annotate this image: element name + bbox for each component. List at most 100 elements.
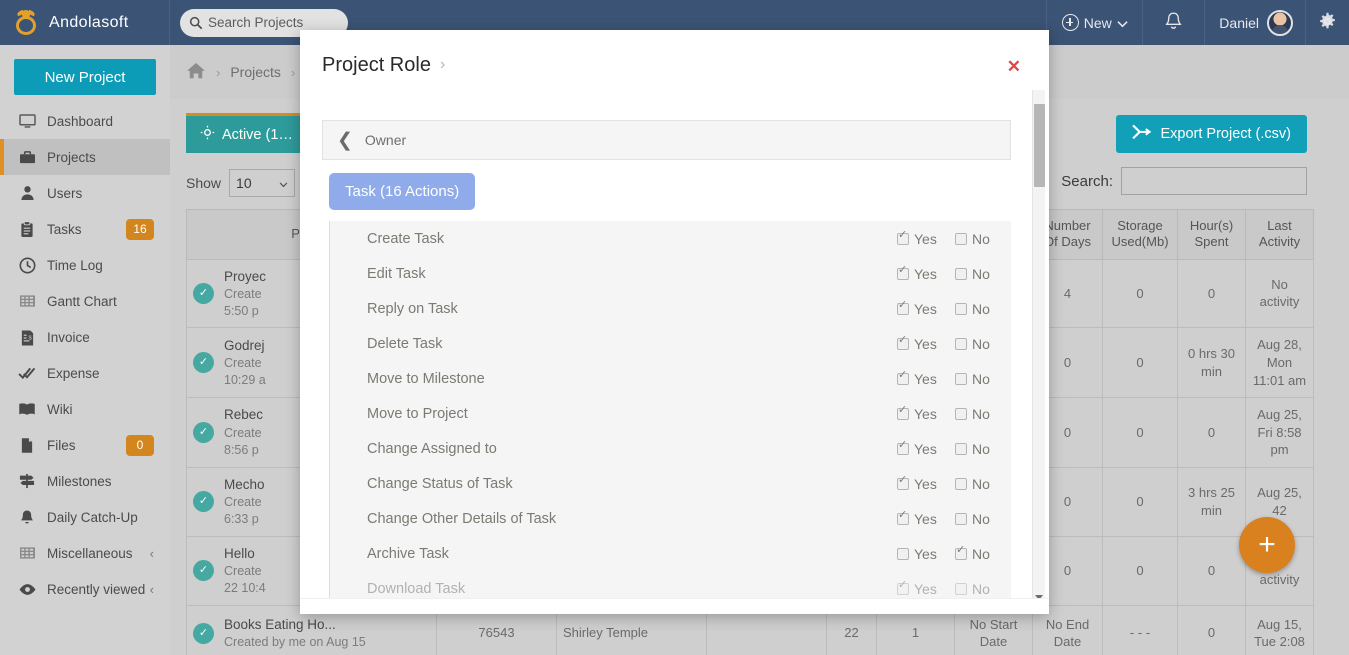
modal-body: ❮ Owner Task (16 Actions) Create Task Ye… <box>300 100 1033 614</box>
yes-label: Yes <box>914 580 937 597</box>
checkbox-no-icon[interactable] <box>955 477 967 490</box>
permission-no-option[interactable]: No <box>955 511 1011 527</box>
sidebar-item-expense[interactable]: Expense <box>0 355 170 391</box>
sidebar-item-milestones[interactable]: Milestones <box>0 463 170 499</box>
checkbox-yes-icon[interactable] <box>897 230 909 245</box>
sidebar-item-invoice[interactable]: $ Invoice <box>0 319 170 355</box>
sidebar-item-gantt-chart[interactable]: Gantt Chart <box>0 283 170 319</box>
checkbox-no-icon[interactable] <box>955 302 967 315</box>
book-icon <box>16 402 38 416</box>
breadcrumb-item-projects[interactable]: Projects <box>230 64 281 80</box>
status-check-icon[interactable]: ✓ <box>193 491 214 513</box>
checkbox-yes-icon[interactable] <box>897 265 909 280</box>
page-size-select[interactable]: 10 <box>229 169 296 197</box>
permission-yes-option[interactable]: Yes <box>897 475 955 492</box>
col-last-activity[interactable]: Last Activity <box>1245 209 1314 260</box>
permission-yes-option[interactable]: Yes <box>897 230 955 247</box>
permission-yes-option[interactable]: Yes <box>897 546 955 562</box>
no-label: No <box>972 405 990 422</box>
status-check-icon[interactable]: ✓ <box>193 421 214 443</box>
project-meta-created: Create <box>224 563 262 578</box>
permission-yes-option[interactable]: Yes <box>897 510 955 527</box>
status-check-icon[interactable]: ✓ <box>193 622 214 644</box>
search-input[interactable] <box>1121 167 1307 195</box>
brand-logo-area[interactable]: Andolasoft <box>0 0 170 45</box>
permission-yes-option[interactable]: Yes <box>897 300 955 317</box>
checkbox-no-icon[interactable] <box>955 512 967 525</box>
checkbox-no-icon[interactable] <box>955 545 967 560</box>
close-icon[interactable]: ✕ <box>1007 58 1021 75</box>
sidebar-item-projects[interactable]: Projects <box>0 139 170 175</box>
col-hours-spent[interactable]: Hour(s) Spent <box>1177 209 1246 260</box>
checkbox-yes-icon[interactable] <box>897 510 909 525</box>
permission-yes-option[interactable]: Yes <box>897 405 955 422</box>
permission-no-option[interactable]: No <box>955 441 1011 457</box>
status-check-icon[interactable]: ✓ <box>193 560 214 582</box>
status-check-icon[interactable]: ✓ <box>193 282 214 304</box>
permission-no-option[interactable]: No <box>955 581 1011 597</box>
permission-yes-option[interactable]: Yes <box>897 440 955 457</box>
permission-no-option[interactable]: No <box>955 545 1011 562</box>
modal-scrollbar[interactable] <box>1032 90 1045 617</box>
scrollbar-thumb[interactable] <box>1034 104 1045 187</box>
sidebar-item-files[interactable]: Files 0 <box>0 427 170 463</box>
checkbox-no-icon[interactable] <box>955 582 967 595</box>
checkbox-yes-icon[interactable] <box>897 335 909 350</box>
permission-no-option[interactable]: No <box>955 371 1011 387</box>
permission-no-option[interactable]: No <box>955 336 1011 352</box>
checkbox-yes-icon[interactable] <box>897 440 909 455</box>
checkbox-yes-icon[interactable] <box>897 370 909 385</box>
permission-no-option[interactable]: No <box>955 476 1011 492</box>
checkbox-no-icon[interactable] <box>955 407 967 420</box>
permission-no-option[interactable]: No <box>955 266 1011 282</box>
notifications-button[interactable] <box>1142 0 1204 45</box>
chevron-left-icon[interactable]: ❮ <box>337 131 353 150</box>
role-header-bar[interactable]: ❮ Owner <box>322 120 1011 160</box>
permission-no-option[interactable]: No <box>955 231 1011 247</box>
cell-hours: 0 <box>1177 535 1246 606</box>
sidebar-item-time-log[interactable]: Time Log <box>0 247 170 283</box>
checkbox-no-icon[interactable] <box>955 372 967 385</box>
permission-no-option[interactable]: No <box>955 406 1011 422</box>
sidebar-item-label: Milestones <box>47 473 112 489</box>
settings-button[interactable] <box>1305 0 1349 45</box>
gear-icon <box>1318 12 1337 34</box>
permission-yes-option[interactable]: Yes <box>897 580 955 597</box>
new-project-button[interactable]: New Project <box>14 59 156 95</box>
sidebar-item-tasks[interactable]: Tasks 16 <box>0 211 170 247</box>
modal-title-separator: › <box>439 56 446 73</box>
home-icon[interactable] <box>186 62 206 82</box>
permission-yes-option[interactable]: Yes <box>897 265 955 282</box>
task-actions-group-button[interactable]: Task (16 Actions) <box>329 173 476 210</box>
checkbox-no-icon[interactable] <box>955 442 967 455</box>
permission-no-option[interactable]: No <box>955 301 1011 317</box>
checkbox-yes-icon[interactable] <box>897 300 909 315</box>
sidebar-item-miscellaneous[interactable]: Miscellaneous ‹ <box>0 535 170 571</box>
sidebar-item-daily-catch-up[interactable]: Daily Catch-Up <box>0 499 170 535</box>
add-floating-action-button[interactable]: + <box>1239 517 1295 573</box>
permission-yes-option[interactable]: Yes <box>897 335 955 352</box>
col-storage-used[interactable]: Storage Used(Mb) <box>1102 209 1178 260</box>
permission-label: Move to Project <box>367 405 468 422</box>
new-menu-button[interactable]: New <box>1046 0 1142 45</box>
sidebar-item-dashboard[interactable]: Dashboard <box>0 103 170 139</box>
checkbox-yes-icon[interactable] <box>897 547 909 560</box>
permission-row: Edit Task Yes No <box>330 256 1011 291</box>
checkbox-no-icon[interactable] <box>955 337 967 350</box>
export-project-csv-button[interactable]: Export Project (.csv) <box>1116 115 1307 153</box>
checkbox-no-icon[interactable] <box>955 232 967 245</box>
user-menu[interactable]: Daniel <box>1204 0 1305 45</box>
checkbox-yes-icon[interactable] <box>897 580 909 595</box>
checkbox-yes-icon[interactable] <box>897 475 909 490</box>
sidebar-item-wiki[interactable]: Wiki <box>0 391 170 427</box>
checkbox-yes-icon[interactable] <box>897 405 909 420</box>
status-check-icon[interactable]: ✓ <box>193 352 214 374</box>
project-meta-time: 22 10:4 <box>224 580 266 595</box>
tab-active-projects[interactable]: Active (1… <box>186 113 309 153</box>
scroll-up-arrow-icon[interactable] <box>1035 93 1044 115</box>
sidebar-item-recently-viewed[interactable]: Recently viewed ‹ <box>0 571 170 607</box>
checkbox-no-icon[interactable] <box>955 267 967 280</box>
sidebar-item-users[interactable]: Users <box>0 175 170 211</box>
permission-yes-option[interactable]: Yes <box>897 370 955 387</box>
modal-footer <box>300 598 1049 614</box>
